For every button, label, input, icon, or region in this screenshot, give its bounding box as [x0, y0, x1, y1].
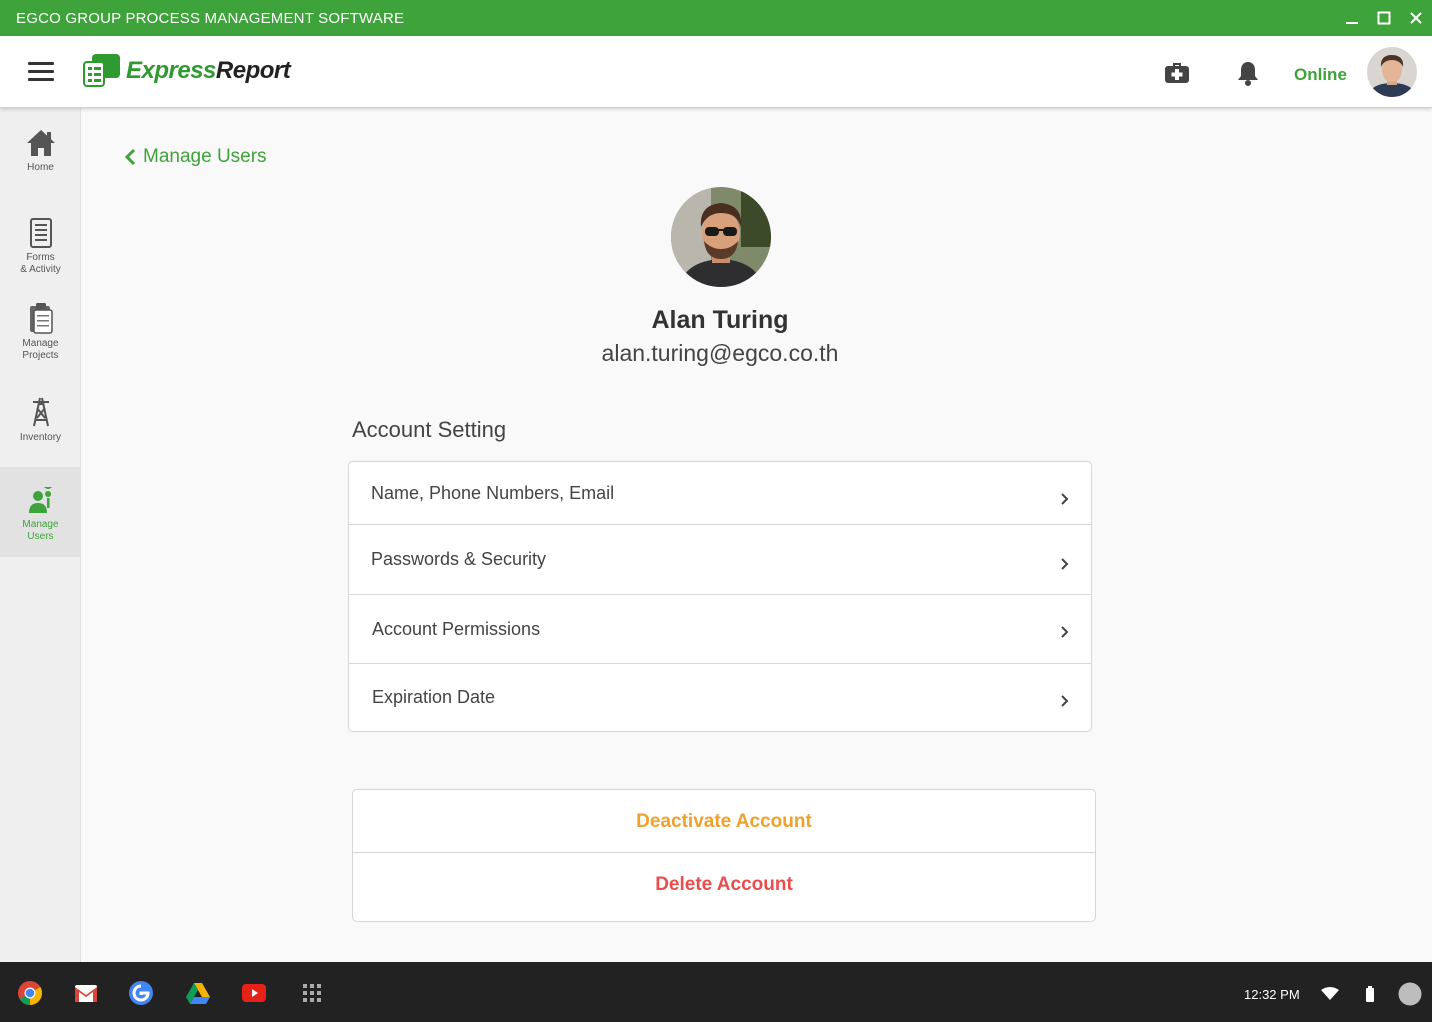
- sidebar-item-label: Inventory: [19, 432, 62, 443]
- transmission-tower-icon: [32, 397, 49, 427]
- user-name: Alan Turing: [651, 306, 789, 334]
- sidebar-item-manage-users[interactable]: Manage Users: [0, 467, 81, 557]
- clock[interactable]: 12:32 PM: [1244, 987, 1300, 1002]
- sidebar-item-label: Forms & Activity: [20, 252, 61, 275]
- chevron-right-icon: [1061, 695, 1069, 707]
- back-link[interactable]: Manage Users: [124, 146, 267, 168]
- google-icon[interactable]: [129, 981, 153, 1005]
- profile-avatar: [671, 187, 771, 287]
- chevron-right-icon: [1061, 493, 1069, 505]
- chevron-left-icon: [124, 148, 136, 166]
- deactivate-account-button[interactable]: Deactivate Account: [353, 790, 1095, 853]
- minimize-icon[interactable]: [1337, 0, 1367, 36]
- settings-row-name-phone-email[interactable]: Name, Phone Numbers, Email: [349, 462, 1091, 525]
- close-icon[interactable]: [1401, 0, 1431, 36]
- chevron-right-icon: [1061, 558, 1069, 570]
- sidebar-item-home[interactable]: Home: [0, 128, 81, 218]
- settings-row-label: Account Permissions: [372, 618, 541, 639]
- app-logo: ExpressReport: [82, 52, 291, 90]
- chrome-icon[interactable]: [18, 981, 43, 1005]
- window-title: EGCO GROUP PROCESS MANAGEMENT SOFTWARE: [16, 9, 405, 27]
- battery-icon[interactable]: [1366, 986, 1374, 1007]
- maximize-icon[interactable]: [1369, 0, 1399, 36]
- account-actions: Deactivate Account Delete Account: [352, 789, 1096, 922]
- settings-row-label: Name, Phone Numbers, Email: [371, 482, 615, 503]
- home-icon: [26, 130, 55, 156]
- gmail-icon[interactable]: [74, 981, 98, 1005]
- manage-users-icon: [28, 487, 52, 513]
- menu-icon[interactable]: [28, 62, 54, 82]
- sidebar-item-label: Manage Users: [22, 519, 59, 542]
- settings-row-label: Passwords & Security: [371, 549, 547, 569]
- youtube-icon[interactable]: [242, 981, 266, 1005]
- back-link-label: Manage Users: [143, 146, 267, 167]
- taskbar: 12:32 PM: [0, 962, 1432, 1022]
- logo-icon: [83, 54, 120, 87]
- account-status-icon[interactable]: [1398, 982, 1422, 1011]
- account-settings-list: Name, Phone Numbers, Email Passwords & S…: [348, 461, 1092, 732]
- app-launcher-icon[interactable]: [300, 981, 324, 1005]
- delete-account-button[interactable]: Delete Account: [353, 853, 1095, 921]
- sidebar-item-forms-activity[interactable]: Forms & Activity: [0, 218, 81, 308]
- sidebar-item-label: Home: [27, 162, 54, 173]
- settings-row-passwords-security[interactable]: Passwords & Security: [349, 525, 1091, 595]
- sidebar: Home Forms & Activity Manage Projects In…: [0, 108, 81, 962]
- first-aid-kit-icon[interactable]: [1164, 60, 1190, 89]
- settings-row-expiration-date[interactable]: Expiration Date: [349, 664, 1091, 731]
- section-title: Account Setting: [352, 417, 507, 442]
- settings-row-label: Expiration Date: [372, 687, 496, 707]
- status-online: Online: [1294, 65, 1347, 84]
- settings-row-account-permissions[interactable]: Account Permissions: [349, 595, 1091, 664]
- forms-icon: [29, 218, 52, 248]
- drive-icon[interactable]: [186, 981, 210, 1005]
- clipboard-icon: [29, 303, 53, 334]
- chevron-right-icon: [1061, 626, 1069, 638]
- title-bar: EGCO GROUP PROCESS MANAGEMENT SOFTWARE: [0, 0, 1432, 36]
- sidebar-item-label: Manage Projects: [22, 338, 59, 361]
- wifi-icon[interactable]: [1321, 987, 1339, 1006]
- avatar[interactable]: [1367, 47, 1417, 97]
- logo-text: ExpressReport: [126, 57, 291, 84]
- app-header: ExpressReport Online: [0, 36, 1432, 108]
- sidebar-item-manage-projects[interactable]: Manage Projects: [0, 302, 81, 392]
- user-email: alan.turing@egco.co.th: [601, 340, 839, 366]
- bell-icon[interactable]: [1236, 60, 1260, 91]
